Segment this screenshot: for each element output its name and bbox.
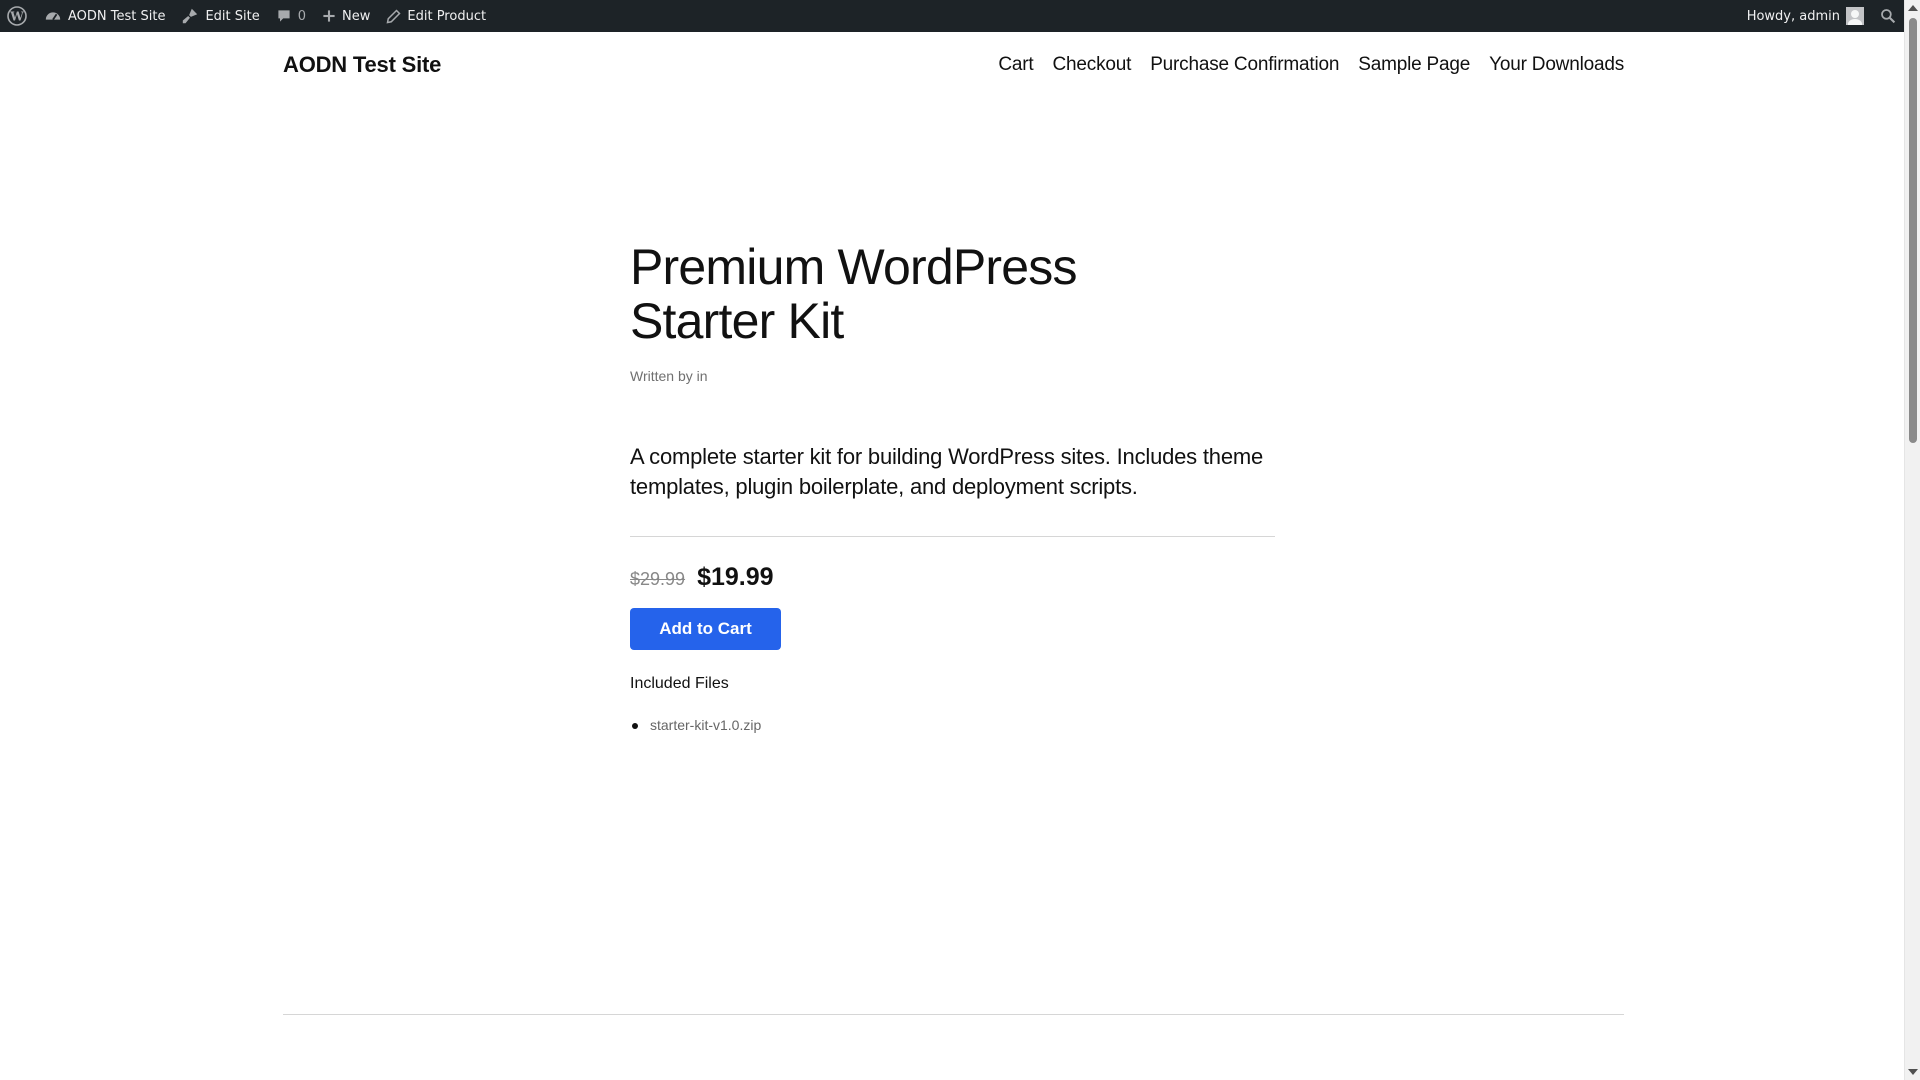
scroll-up-arrow-icon[interactable] [1908, 5, 1918, 11]
add-to-cart-button[interactable]: Add to Cart [630, 608, 781, 650]
site-title[interactable]: AODN Test Site [283, 52, 441, 78]
product-title: Premium WordPress Starter Kit [630, 240, 1275, 348]
svg-text:W: W [9, 10, 24, 24]
admin-bar: W AODN Test Site Edit Site 0 New Edit Pr… [0, 0, 1904, 32]
list-item: starter-kit-v1.0.zip [630, 717, 1275, 733]
nav-item-purchase-confirmation[interactable]: Purchase Confirmation [1150, 54, 1339, 76]
product-content: Premium WordPress Starter Kit Written by… [630, 240, 1275, 733]
nav-item-cart[interactable]: Cart [998, 54, 1033, 76]
nav-item-your-downloads[interactable]: Your Downloads [1489, 54, 1624, 76]
nav-item-checkout[interactable]: Checkout [1053, 54, 1132, 76]
product-title-line-2: Starter Kit [630, 293, 844, 349]
search-icon [1881, 9, 1896, 24]
scroll-down-arrow-icon[interactable] [1908, 1069, 1918, 1075]
admin-search-button[interactable] [1872, 0, 1904, 32]
nav-item-sample-page[interactable]: Sample Page [1358, 54, 1470, 76]
edit-product-button[interactable]: Edit Product [378, 0, 494, 32]
product-title-line-1: Premium WordPress [630, 239, 1077, 295]
edit-product-label: Edit Product [407, 8, 487, 24]
price-row: $29.99 $19.99 [630, 563, 1275, 592]
divider [630, 536, 1275, 537]
included-files-list: starter-kit-v1.0.zip [630, 717, 1275, 733]
avatar [1846, 7, 1864, 25]
page-scrollbar[interactable] [1904, 0, 1920, 1080]
site-name-button[interactable]: AODN Test Site [36, 0, 173, 32]
footer-divider [283, 1014, 1624, 1015]
product-description: A complete starter kit for building Word… [630, 444, 1264, 499]
scroll-thumb[interactable] [1909, 18, 1917, 443]
comment-icon [278, 10, 290, 22]
site-name-label: AODN Test Site [68, 8, 166, 24]
edit-site-label: Edit Site [205, 8, 260, 24]
comments-button[interactable]: 0 [268, 0, 314, 32]
dashboard-icon [45, 12, 61, 21]
byline: Written by in [630, 368, 708, 384]
sale-price: $19.99 [697, 563, 774, 591]
original-price: $29.99 [630, 569, 686, 589]
brush-icon [183, 8, 198, 24]
wordpress-logo-button[interactable]: W [0, 0, 36, 32]
site-header: AODN Test Site Cart Checkout Purchase Co… [283, 52, 1624, 78]
comments-count: 0 [297, 8, 307, 24]
edit-site-button[interactable]: Edit Site [173, 0, 267, 32]
pencil-icon [386, 8, 401, 23]
wordpress-icon: W [7, 6, 27, 26]
new-content-label: New [342, 8, 371, 24]
my-account-button[interactable]: Howdy, admin [1739, 0, 1872, 32]
plus-icon [323, 10, 335, 22]
included-files-heading: Included Files [630, 675, 729, 692]
greeting-label: Howdy, admin [1746, 8, 1840, 24]
new-content-button[interactable]: New [314, 0, 378, 32]
admin-bar-left: W AODN Test Site Edit Site 0 New Edit Pr… [0, 0, 494, 32]
admin-bar-right: Howdy, admin [1739, 0, 1904, 32]
primary-navigation: Cart Checkout Purchase Confirmation Samp… [998, 54, 1624, 76]
